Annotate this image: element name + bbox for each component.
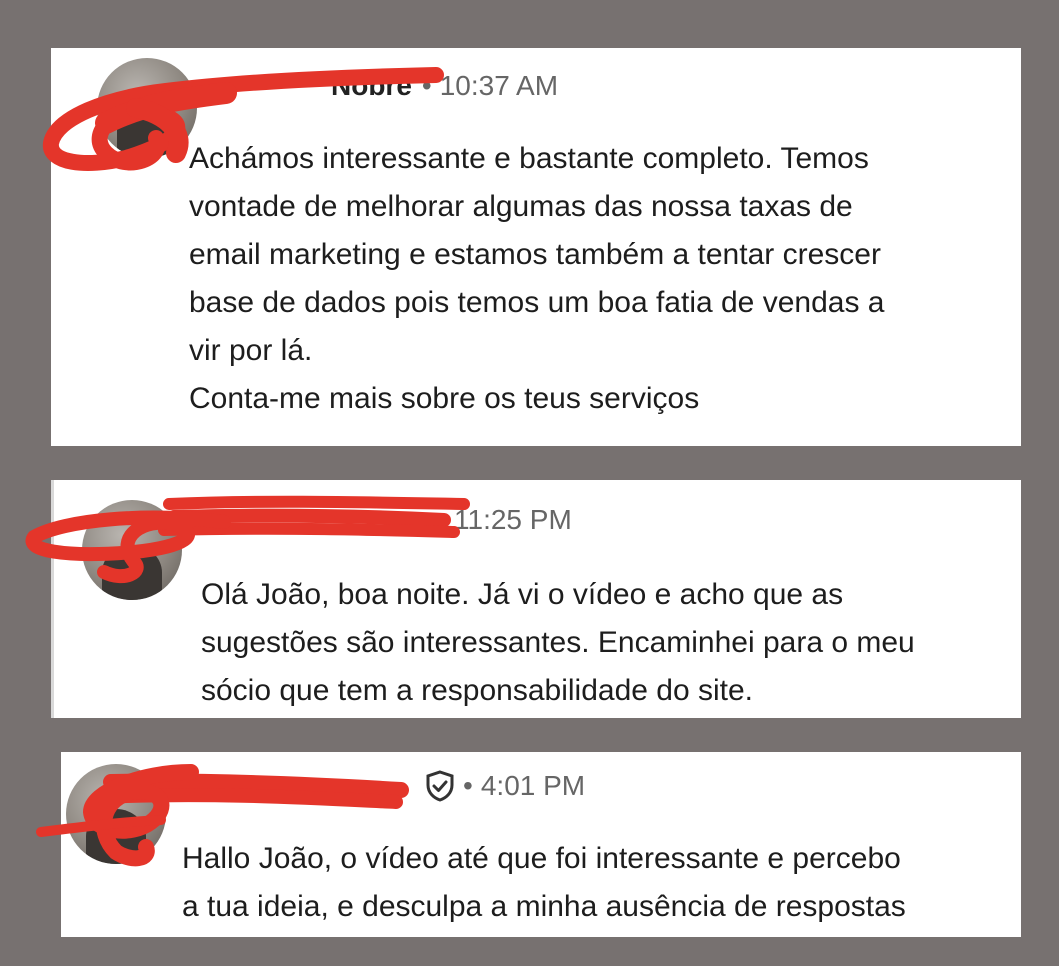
message-card: Nobre • 10:37 AM Achámos interessante e …	[43, 48, 1021, 446]
message-body: Achámos interessante e bastante completo…	[189, 135, 884, 423]
message-line: vontade de melhorar algumas das nossa ta…	[189, 190, 853, 223]
message-line: a tua ideia, e desculpa a minha ausência…	[182, 890, 906, 923]
shield-check-icon	[425, 770, 455, 802]
timestamp: 4:01 PM	[480, 770, 586, 801]
message-body: Olá João, boa noite. Já vi o vídeo e ach…	[201, 571, 915, 715]
message-line: Conta-me mais sobre os teus serviços	[189, 382, 700, 415]
message-line: vir por lá.	[189, 334, 313, 367]
message-card: 11:25 PM Olá João, boa noite. Já vi o ví…	[25, 480, 1021, 718]
separator: •	[463, 770, 473, 801]
message-line: sugestões são interessantes. Encaminhei …	[201, 626, 915, 659]
message-line: Olá João, boa noite. Já vi o vídeo e ach…	[201, 578, 844, 611]
redaction-scribble	[25, 495, 470, 584]
message-line: email marketing e estamos também a tenta…	[189, 238, 881, 271]
message-body: Hallo João, o vídeo até que foi interess…	[182, 835, 906, 931]
message-line: Achámos interessante e bastante completo…	[189, 142, 869, 175]
message-line: Hallo João, o vídeo até que foi interess…	[182, 842, 901, 875]
message-card: Elé • 4:01 PM Hallo João, o vídeo até qu…	[36, 752, 1021, 937]
message-line: sócio que tem a responsabilidade do site…	[201, 674, 754, 707]
message-line: base de dados pois temos um boa fatia de…	[189, 286, 885, 319]
